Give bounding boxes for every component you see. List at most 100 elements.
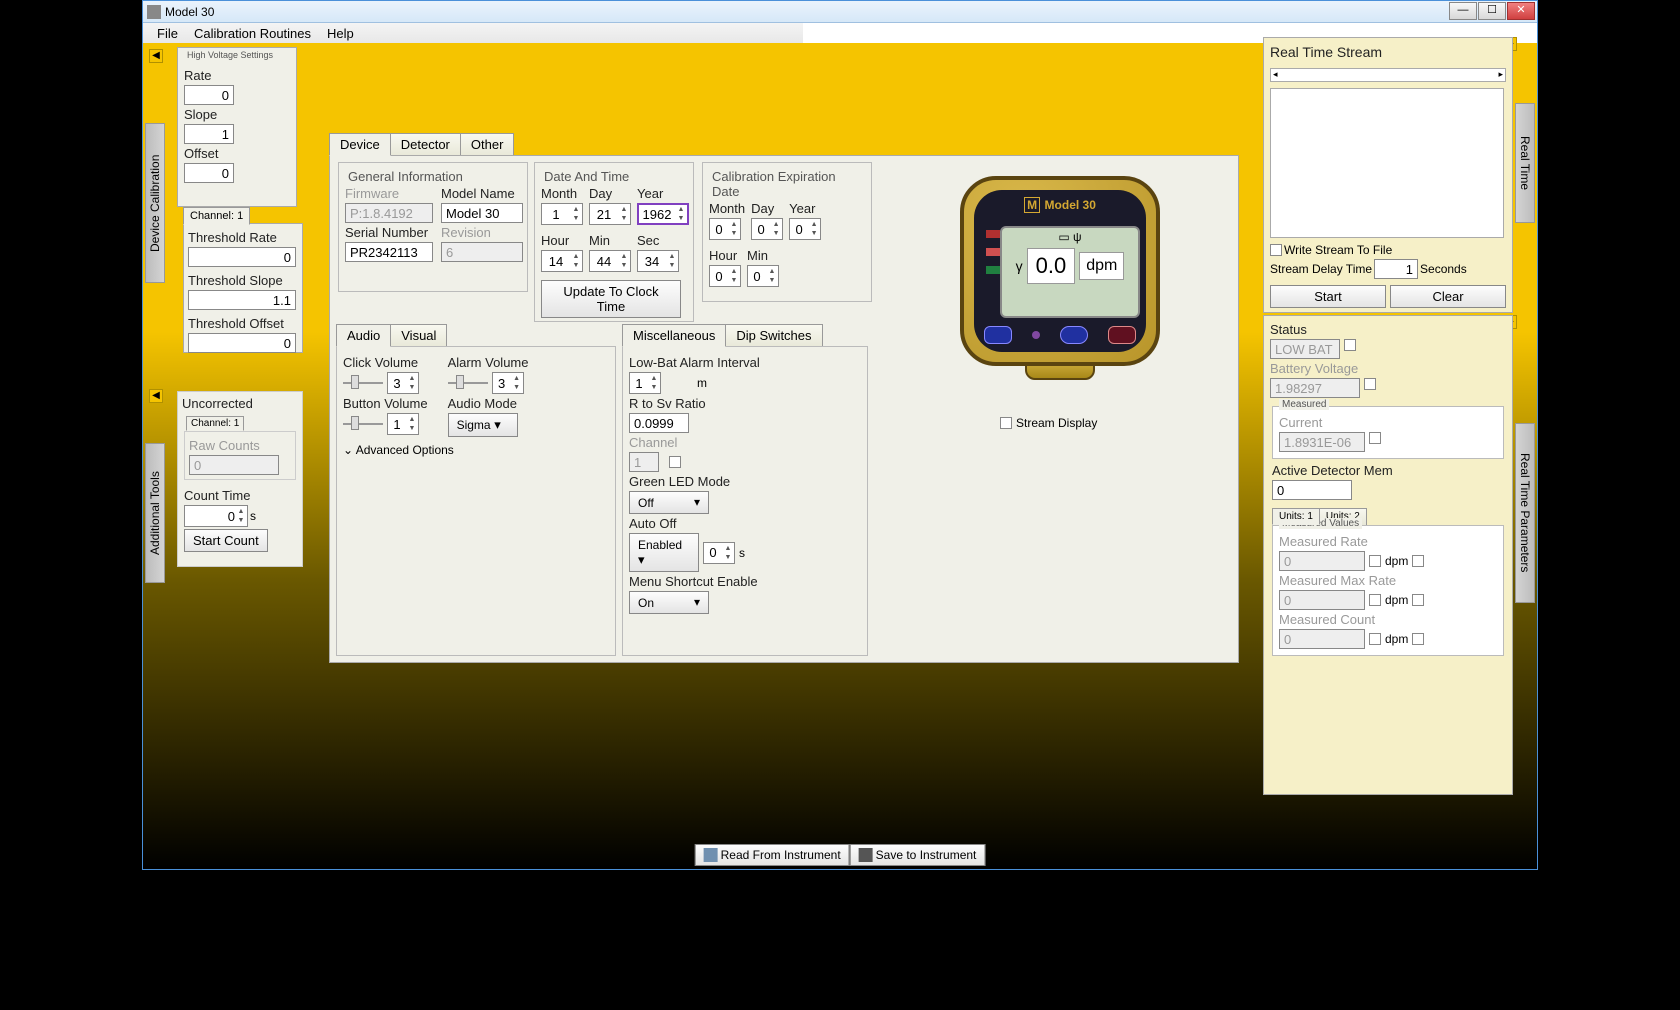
device-reading: 0.0: [1027, 248, 1076, 284]
dt-day-spinner[interactable]: ▲▼: [589, 203, 631, 225]
autooff-label: Auto Off: [629, 516, 861, 531]
ce-min-spinner[interactable]: ▲▼: [747, 265, 779, 287]
stream-start-button[interactable]: Start: [1270, 285, 1386, 308]
ce-hour-label: Hour: [709, 248, 741, 263]
button-volume-spinner[interactable]: ▲▼: [387, 413, 419, 435]
minimize-button[interactable]: —: [1449, 2, 1477, 20]
hv-rate-input[interactable]: [184, 85, 234, 105]
measured-count-check[interactable]: [1369, 633, 1381, 645]
raw-counts-label: Raw Counts: [189, 438, 291, 453]
collapse-left-mid[interactable]: ◀: [149, 389, 163, 403]
vtab-rt-params[interactable]: Real Time Parameters: [1515, 423, 1535, 603]
measured-max-check2[interactable]: [1412, 594, 1424, 606]
autooff-select[interactable]: Enabled ▾: [629, 533, 699, 572]
alarm-volume-spinner[interactable]: ▲▼: [492, 372, 524, 394]
uncorr-channel-tab[interactable]: Channel: 1: [186, 416, 244, 431]
tab-other[interactable]: Other: [460, 133, 515, 156]
th-slope-input[interactable]: [188, 290, 296, 310]
dt-min-spinner[interactable]: ▲▼: [589, 250, 631, 272]
hv-offset-input[interactable]: [184, 163, 234, 183]
stream-delay-input[interactable]: [1374, 259, 1418, 279]
update-clock-button[interactable]: Update To Clock Time: [541, 280, 681, 318]
start-count-button[interactable]: Start Count: [184, 529, 268, 552]
battery-voltage-check[interactable]: [1364, 378, 1376, 390]
ce-day-label: Day: [751, 201, 783, 216]
stream-display-check[interactable]: [1000, 417, 1012, 429]
ce-hour-spinner[interactable]: ▲▼: [709, 265, 741, 287]
tab-device[interactable]: Device: [329, 133, 391, 156]
th-offset-input[interactable]: [188, 333, 296, 353]
dt-hour-spinner[interactable]: ▲▼: [541, 250, 583, 272]
click-volume-spinner[interactable]: ▲▼: [387, 372, 419, 394]
close-button[interactable]: ✕: [1507, 2, 1535, 20]
dt-month-spinner[interactable]: ▲▼: [541, 203, 583, 225]
tab-audio[interactable]: Audio: [336, 324, 391, 347]
ce-min-label: Min: [747, 248, 779, 263]
click-volume-slider[interactable]: [343, 375, 383, 391]
tab-units-1[interactable]: Units: 1: [1272, 508, 1320, 525]
ce-year-spinner[interactable]: ▲▼: [789, 218, 821, 240]
tab-visual[interactable]: Visual: [390, 324, 447, 347]
serial-input[interactable]: [345, 242, 433, 262]
adm-input[interactable]: [1272, 480, 1352, 500]
hv-slope-input[interactable]: [184, 124, 234, 144]
audio-mode-select[interactable]: Sigma ▾: [448, 413, 518, 437]
measured-rate-check2[interactable]: [1412, 555, 1424, 567]
write-stream-label: Write Stream To File: [1284, 243, 1392, 257]
lowbat-interval-spinner[interactable]: ▲▼: [629, 372, 661, 394]
count-time-spinner[interactable]: ▲▼: [184, 505, 248, 527]
maximize-button[interactable]: ☐: [1478, 2, 1506, 20]
green-led-select[interactable]: Off ▾: [629, 491, 709, 514]
green-led-label: Green LED Mode: [629, 474, 861, 489]
current-check[interactable]: [1369, 432, 1381, 444]
ce-day-spinner[interactable]: ▲▼: [751, 218, 783, 240]
read-icon: [704, 848, 718, 862]
dt-day-label: Day: [589, 186, 631, 201]
rts-scrollbar[interactable]: ◂▸: [1270, 68, 1506, 82]
vtab-additional-tools[interactable]: Additional Tools: [145, 443, 165, 583]
measured-count-label: Measured Count: [1279, 612, 1497, 627]
measured-rate-check[interactable]: [1369, 555, 1381, 567]
status-check[interactable]: [1344, 339, 1356, 351]
app-icon: [147, 5, 161, 19]
dt-sec-spinner[interactable]: ▲▼: [637, 250, 679, 272]
advanced-options-expander[interactable]: ⌄ Advanced Options: [337, 443, 615, 457]
rsv-input[interactable]: [629, 413, 689, 433]
misc-channel-check[interactable]: [669, 456, 681, 468]
autooff-unit: s: [739, 546, 745, 560]
raw-counts-input: [189, 455, 279, 475]
measured-count-check2[interactable]: [1412, 633, 1424, 645]
measured-rate-input: [1279, 551, 1365, 571]
hv-legend: High Voltage Settings: [184, 50, 276, 60]
tab-miscellaneous[interactable]: Miscellaneous: [622, 324, 726, 347]
rts-textarea[interactable]: [1270, 88, 1504, 238]
stream-clear-button[interactable]: Clear: [1390, 285, 1506, 308]
menu-help[interactable]: Help: [319, 24, 362, 43]
read-from-instrument-button[interactable]: Read From Instrument: [695, 844, 850, 866]
ce-year-label: Year: [789, 201, 821, 216]
dt-year-spinner[interactable]: ▲▼: [637, 203, 689, 225]
tab-dip-switches[interactable]: Dip Switches: [725, 324, 822, 347]
autooff-spinner[interactable]: ▲▼: [703, 542, 735, 564]
calexp-legend: Calibration Expiration Date: [709, 169, 865, 199]
collapse-left-top[interactable]: ◀: [149, 49, 163, 63]
ce-month-spinner[interactable]: ▲▼: [709, 218, 741, 240]
write-stream-check[interactable]: [1270, 244, 1282, 256]
menu-calibration[interactable]: Calibration Routines: [186, 24, 319, 43]
menu-file[interactable]: File: [149, 24, 186, 43]
button-volume-slider[interactable]: [343, 416, 383, 432]
stream-delay-unit: Seconds: [1420, 262, 1467, 276]
measured-max-check[interactable]: [1369, 594, 1381, 606]
titlebar: Model 30 — ☐ ✕: [143, 1, 1537, 23]
menu-shortcut-select[interactable]: On ▾: [629, 591, 709, 614]
hv-rate-label: Rate: [184, 68, 290, 83]
save-to-instrument-button[interactable]: Save to Instrument: [850, 844, 986, 866]
ce-month-label: Month: [709, 201, 745, 216]
tab-detector[interactable]: Detector: [390, 133, 461, 156]
alarm-volume-slider[interactable]: [448, 375, 488, 391]
vtab-device-calibration[interactable]: Device Calibration: [145, 123, 165, 283]
vtab-real-time[interactable]: Real Time: [1515, 103, 1535, 223]
channel-tab-1[interactable]: Channel: 1: [183, 207, 250, 225]
th-rate-input[interactable]: [188, 247, 296, 267]
model-input[interactable]: [441, 203, 523, 223]
